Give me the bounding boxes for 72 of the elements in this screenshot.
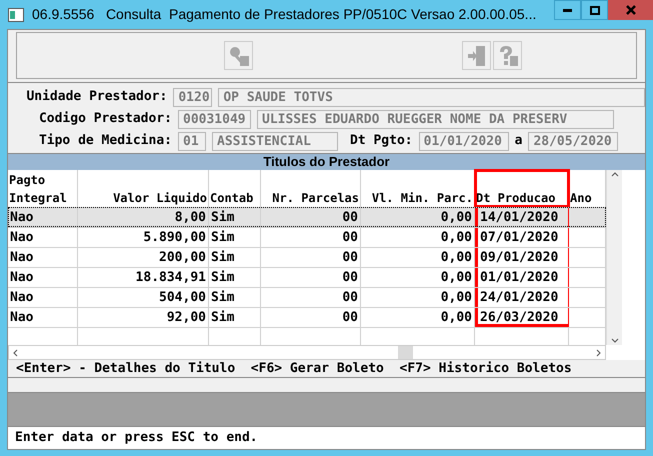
- code-field[interactable]: 0120: [173, 88, 212, 106]
- table-row[interactable]: Nao 200,00 Sim 00 0,00 09/01/2020: [8, 247, 606, 267]
- table-cell: Sim: [209, 228, 261, 247]
- table-cell: 92,00: [78, 308, 209, 327]
- status-bar: Enter data or press ESC to end.: [8, 427, 645, 449]
- table-row[interactable]: Nao 504,00 Sim 00 0,00 24/01/2020: [8, 287, 606, 307]
- table-cell: 504,00: [78, 288, 209, 307]
- table-cell: 18.834,91: [78, 268, 209, 287]
- close-icon: [626, 5, 636, 15]
- table-title: Titulos do Prestador: [8, 154, 645, 170]
- name-field[interactable]: OP SAUDE TOTVS: [218, 88, 645, 106]
- table-row[interactable]: Nao 92,00 Sim 00 0,00 26/03/2020: [8, 307, 606, 327]
- horizontal-scrollbar[interactable]: [8, 345, 606, 360]
- name-field[interactable]: ULISSES EDUARDO RUEGGER NOME DA PRESERV: [257, 110, 614, 128]
- field-label: Unidade Prestador:: [25, 88, 168, 106]
- table-cell: Nao: [8, 288, 78, 307]
- table-cell: 00: [261, 208, 361, 227]
- table-cell: 00: [261, 308, 361, 327]
- field-label: Dt Pgto:: [350, 132, 413, 150]
- table-row[interactable]: Nao 18.834,91 Sim 00 0,00 01/01/2020: [8, 267, 606, 287]
- door-icon: [466, 44, 486, 66]
- table-cell: 14/01/2020: [475, 208, 569, 227]
- name-field[interactable]: ASSISTENCIAL: [212, 132, 338, 150]
- field-label: a: [514, 132, 522, 150]
- table-cell: Nao: [8, 308, 78, 327]
- table-cell: 0,00: [361, 288, 475, 307]
- code-field[interactable]: 01: [178, 132, 206, 150]
- table-cell: 0,00: [361, 248, 475, 267]
- maximize-icon: [590, 6, 600, 14]
- table-cell: Nao: [8, 208, 78, 227]
- minimize-button[interactable]: [554, 0, 581, 20]
- vertical-scrollbar[interactable]: [606, 170, 622, 345]
- table-cell: 0,00: [361, 268, 475, 287]
- table-cell: Nao: [8, 268, 78, 287]
- date-field[interactable]: 01/01/2020: [418, 132, 509, 150]
- table-cell: 0,00: [361, 308, 475, 327]
- field-label: Tipo de Medicina:: [38, 132, 172, 150]
- table-row[interactable]: Nao 8,00 Sim 00 0,00 14/01/2020: [8, 207, 606, 227]
- table-cell: Sim: [209, 288, 261, 307]
- table-cell: 01/01/2020: [475, 268, 569, 287]
- table-cell: Nao: [8, 228, 78, 247]
- key-hints: <Enter> - Detalhes do Titulo <F6> Gerar Boleto <F7> Historico Boletos: [8, 360, 645, 377]
- table-cell: 00: [261, 268, 361, 287]
- table-cell: 24/01/2020: [475, 288, 569, 307]
- close-button[interactable]: [608, 0, 653, 20]
- code-field[interactable]: 00031049: [178, 110, 251, 128]
- key-icon: [228, 44, 250, 66]
- table-cell: 0,00: [361, 228, 475, 247]
- table-cell: Sim: [209, 208, 261, 227]
- table-cell: 200,00: [78, 248, 209, 267]
- table-cell: 09/01/2020: [475, 248, 569, 267]
- table-cell: 00: [261, 288, 361, 307]
- maximize-button[interactable]: [581, 0, 608, 20]
- table-cell: Sim: [209, 268, 261, 287]
- table-cell: Sim: [209, 308, 261, 327]
- column-header[interactable]: Dt Producao: [475, 170, 569, 207]
- table-cell: Sim: [209, 248, 261, 267]
- table-cell: 00: [261, 228, 361, 247]
- table-cell: 0,00: [361, 208, 475, 227]
- app-icon: [8, 8, 24, 22]
- table-cell: 5.890,00: [78, 228, 209, 247]
- table-cell: 8,00: [78, 208, 209, 227]
- minimize-icon: [563, 8, 572, 12]
- date-field[interactable]: 28/05/2020: [528, 132, 618, 150]
- table-cell: 07/01/2020: [475, 228, 569, 247]
- window-title: 06.9.5556 Consulta Pagamento de Prestadores PP/0510C Versao 2.00.00.05...: [32, 5, 538, 24]
- field-label: Codigo Prestador:: [38, 110, 172, 128]
- table-row[interactable]: Nao 5.890,00 Sim 00 0,00 07/01/2020: [8, 227, 606, 247]
- scroll-thumb[interactable]: [398, 346, 413, 359]
- table-cell: Nao: [8, 248, 78, 267]
- table-cell: 26/03/2020: [475, 308, 569, 327]
- table-cell: 00: [261, 248, 361, 267]
